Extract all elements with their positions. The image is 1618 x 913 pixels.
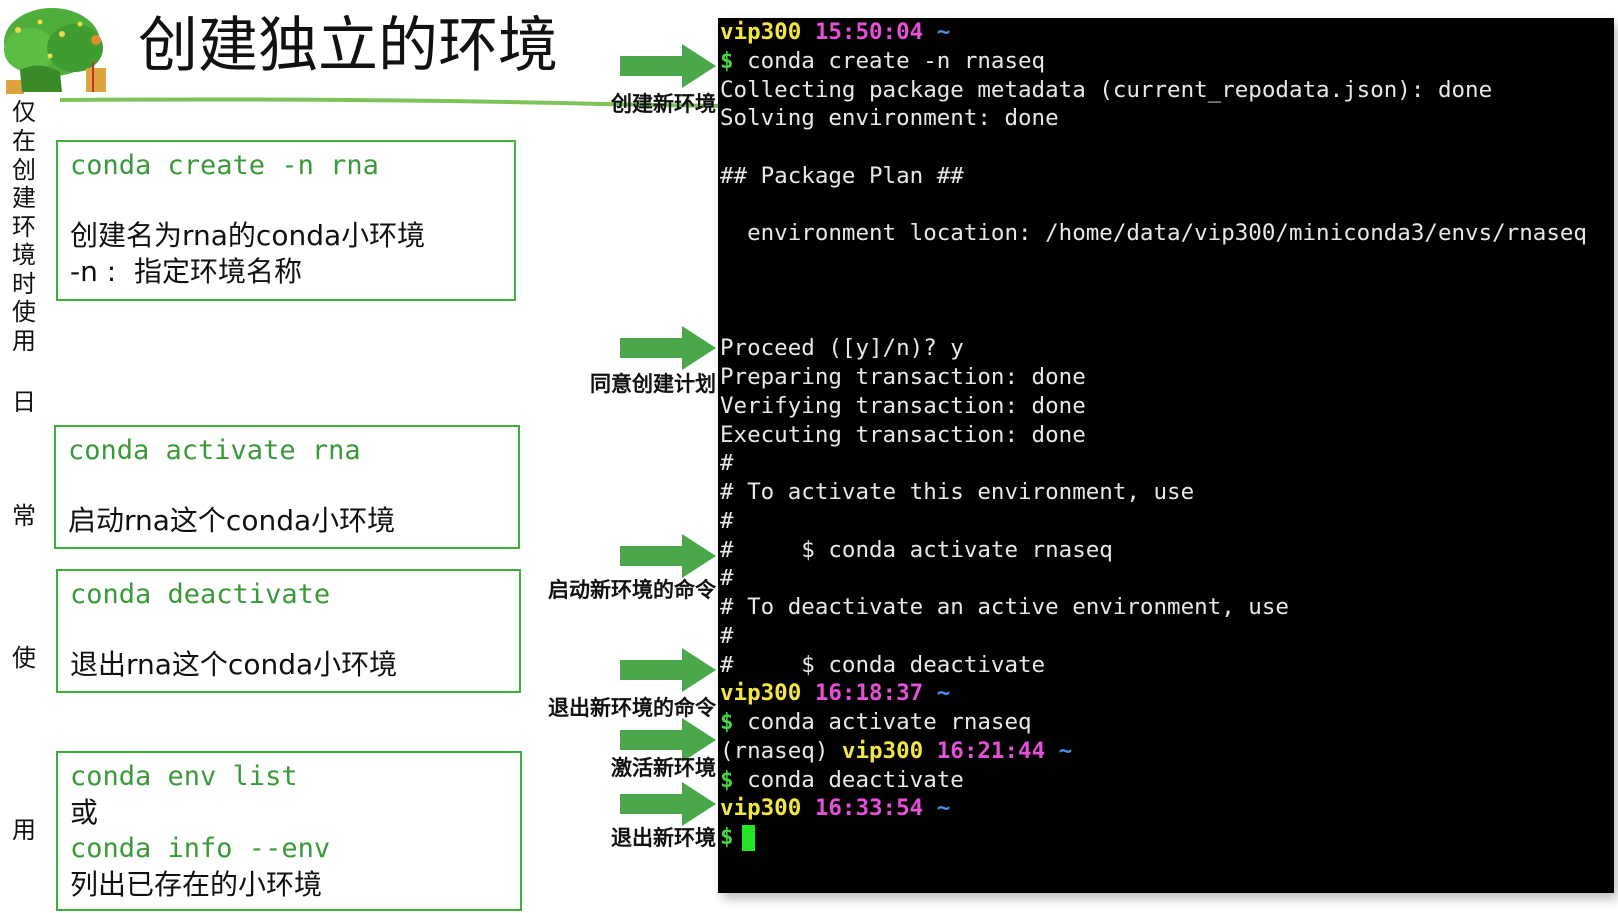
side-char-9: 日 xyxy=(12,388,36,416)
terminal-line: # To activate this environment, use xyxy=(720,479,1195,505)
side-char-12: 用 xyxy=(12,816,36,844)
terminal-line: Executing transaction: done xyxy=(720,421,1086,448)
terminal-line: # xyxy=(720,622,734,649)
side-char-10: 常 xyxy=(12,502,36,530)
terminal-line: vip300 16:18:37 ~ xyxy=(720,680,951,707)
or-text: 或 xyxy=(70,796,99,829)
terminal-line: $ conda deactivate xyxy=(720,766,964,793)
terminal-line: # $ conda activate rnaseq xyxy=(720,536,1113,563)
side-char-6: 时 xyxy=(12,270,36,298)
side-char-1: 在 xyxy=(12,127,36,155)
tree-island-logo xyxy=(4,8,106,94)
terminal-line: Collecting package metadata (current_rep… xyxy=(720,76,1493,103)
side-char-8: 用 xyxy=(12,327,36,355)
arrow-label-activate: 激活新环境 xyxy=(611,756,716,780)
arrow-label-proceed: 同意创建计划 xyxy=(590,372,716,396)
terminal-line: # $ conda deactivate xyxy=(720,651,1046,678)
terminal-line: # xyxy=(720,565,734,592)
create-command: conda create -n rna xyxy=(70,150,379,181)
terminal-line: Solving environment: done xyxy=(720,105,1059,132)
terminal-line: # xyxy=(720,450,734,477)
terminal-line: # To deactivate an active environment, u… xyxy=(720,594,1289,620)
arrow-label-activate-cmd: 启动新环境的命令 xyxy=(548,578,716,602)
side-char-2: 创 xyxy=(12,156,36,184)
deactivate-desc: 退出rna这个conda小环境 xyxy=(70,648,398,681)
arrow-label-deactivate: 退出新环境 xyxy=(611,826,716,850)
page-title: 创建独立的环境 xyxy=(138,11,558,81)
right-arrow-icon xyxy=(620,648,716,692)
terminal-line: ## Package Plan ## xyxy=(720,162,964,189)
terminal-line: vip300 15:50:04 ~ xyxy=(720,19,951,45)
side-char-3: 建 xyxy=(12,184,36,212)
terminal-line: vip300 16:33:54 ~ xyxy=(720,795,951,822)
terminal-window[interactable]: vip300 15:50:04 ~ $ conda create -n rnas… xyxy=(718,18,1614,893)
activate-env-box: conda activate rna 启动rna这个conda小环境 xyxy=(54,425,520,549)
right-arrow-icon xyxy=(620,326,716,370)
create-env-box: conda create -n rna 创建名为rna的conda小环境 -n … xyxy=(56,140,516,301)
right-arrow-icon xyxy=(620,44,716,88)
env-list-command: conda env list xyxy=(70,761,298,792)
terminal-line: environment location: /home/data/vip300/… xyxy=(720,220,1587,247)
activate-command: conda activate rna xyxy=(68,435,361,466)
terminal-line: $ conda activate rnaseq xyxy=(720,709,1032,735)
terminal-line: Verifying transaction: done xyxy=(720,392,1086,419)
side-char-4: 环 xyxy=(12,213,36,241)
right-arrow-icon xyxy=(620,534,716,578)
activate-desc: 启动rna这个conda小环境 xyxy=(68,504,396,537)
create-desc-1: 创建名为rna的conda小环境 xyxy=(70,219,426,252)
info-env-command: conda info --env xyxy=(70,833,331,864)
terminal-line: Proceed ([y]/n)? y xyxy=(720,335,964,362)
terminal-line: Preparing transaction: done xyxy=(720,364,1086,390)
side-char-7: 使 xyxy=(12,298,36,326)
terminal-line: $ conda create -n rnaseq xyxy=(720,47,1046,74)
terminal-line: # xyxy=(720,507,734,534)
terminal-cursor xyxy=(741,824,755,851)
arrow-label-create: 创建新环境 xyxy=(611,92,716,116)
terminal-line: (rnaseq) vip300 16:21:44 ~ xyxy=(720,737,1073,764)
list-env-box: conda env list 或 conda info --env 列出已存在的… xyxy=(56,751,522,911)
side-char-0: 仅 xyxy=(12,98,36,126)
side-char-5: 境 xyxy=(12,241,36,269)
right-arrow-icon xyxy=(620,782,716,826)
list-env-desc: 列出已存在的小环境 xyxy=(70,868,323,901)
create-desc-2: -n : 指定环境名称 xyxy=(70,255,302,288)
side-char-11: 使 xyxy=(12,644,36,672)
terminal-prompt[interactable]: $ xyxy=(718,823,1614,852)
deactivate-env-box: conda deactivate 退出rna这个conda小环境 xyxy=(56,569,521,693)
deactivate-command: conda deactivate xyxy=(70,579,331,610)
